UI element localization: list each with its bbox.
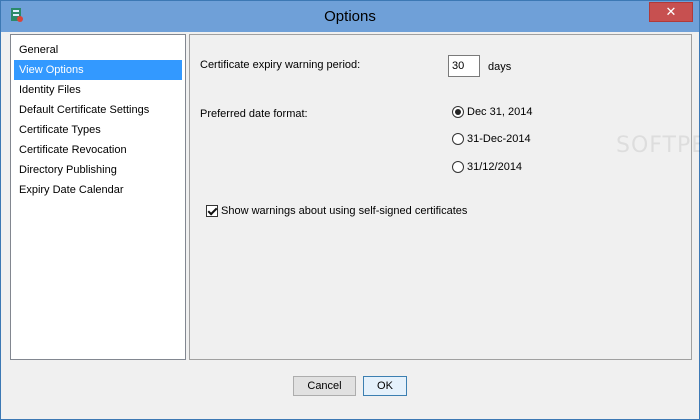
nav-item-certificate-types[interactable]: Certificate Types (14, 120, 182, 140)
self-signed-warning-option[interactable]: Show warnings about using self-signed ce… (206, 205, 467, 217)
ok-button[interactable]: OK (363, 376, 407, 396)
date-format-label: Preferred date format: (200, 108, 308, 120)
date-format-option-2[interactable]: 31-Dec-2014 (452, 133, 531, 145)
options-category-list[interactable]: General View Options Identity Files Defa… (10, 34, 186, 360)
nav-item-expiry-date-calendar[interactable]: Expiry Date Calendar (14, 180, 182, 200)
nav-item-general[interactable]: General (14, 40, 182, 60)
date-format-option-label: 31-Dec-2014 (467, 133, 531, 145)
date-format-option-label: Dec 31, 2014 (467, 106, 533, 118)
date-format-option-label: 31/12/2014 (467, 161, 523, 173)
title-bar[interactable]: Options ✕ (1, 1, 699, 32)
expiry-warning-input[interactable] (448, 55, 480, 77)
radio-button[interactable] (452, 133, 464, 145)
window-title: Options (324, 8, 376, 25)
date-format-option-3[interactable]: 31/12/2014 (452, 161, 522, 173)
nav-item-default-certificate-settings[interactable]: Default Certificate Settings (14, 100, 182, 120)
date-format-option-1[interactable]: Dec 31, 2014 (452, 106, 532, 118)
expiry-warning-label: Certificate expiry warning period: (200, 59, 361, 71)
softpedia-watermark: SOFTPEDIA (616, 133, 700, 158)
nav-item-directory-publishing[interactable]: Directory Publishing (14, 160, 182, 180)
view-options-panel: Certificate expiry warning period: days … (189, 34, 700, 360)
cancel-button[interactable]: Cancel (293, 376, 356, 396)
radio-button-checked[interactable] (452, 106, 464, 118)
dialog-client: General View Options Identity Files Defa… (7, 32, 700, 414)
nav-item-certificate-revocation[interactable]: Certificate Revocation (14, 140, 182, 160)
close-button[interactable]: ✕ (649, 2, 693, 22)
nav-item-view-options[interactable]: View Options (14, 60, 182, 80)
expiry-unit-label: days (488, 61, 512, 73)
self-signed-warning-checkbox[interactable] (206, 205, 218, 217)
nav-item-identity-files[interactable]: Identity Files (14, 80, 182, 100)
self-signed-warning-label: Show warnings about using self-signed ce… (221, 205, 468, 217)
close-icon: ✕ (665, 4, 677, 19)
radio-button[interactable] (452, 161, 464, 173)
options-dialog: Options ✕ General View Options Identity … (0, 0, 700, 420)
